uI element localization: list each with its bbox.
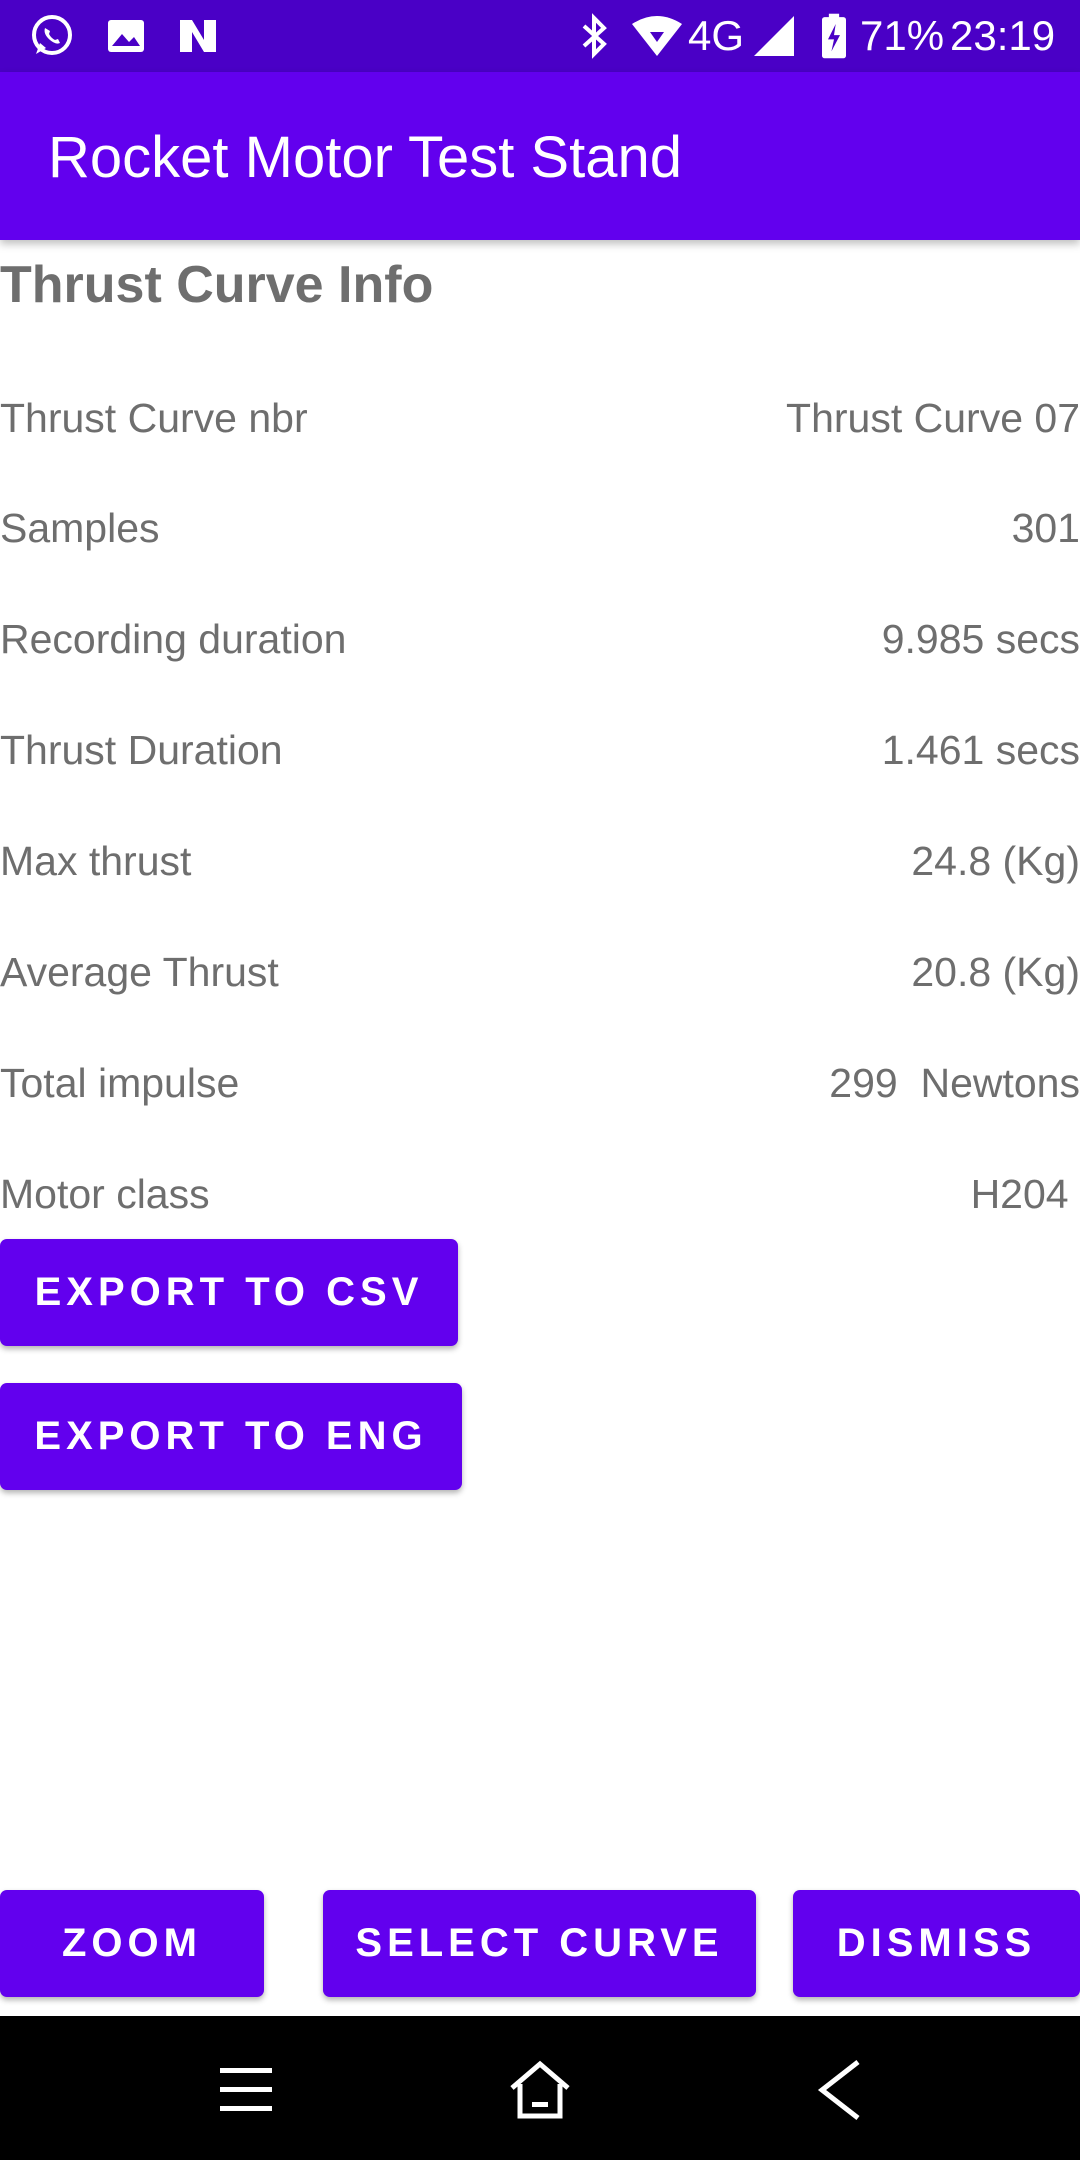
- info-label: Max thrust: [0, 838, 192, 884]
- info-row-thrust-curve-nbr: Thrust Curve nbr Thrust Curve 07: [0, 388, 1080, 448]
- info-value: 24.8 (Kg): [911, 838, 1080, 884]
- network-type: 4G: [688, 12, 745, 59]
- battery-icon: [822, 13, 846, 59]
- info-row-samples: Samples 301: [0, 498, 1080, 558]
- section-title: Thrust Curve Info: [0, 256, 434, 314]
- info-row-recording-duration: Recording duration 9.985 secs: [0, 609, 1080, 669]
- export-eng-button[interactable]: EXPORT TO ENG: [0, 1383, 462, 1490]
- info-value: 299 Newtons: [829, 1060, 1080, 1106]
- export-csv-button[interactable]: EXPORT TO CSV: [0, 1239, 458, 1346]
- info-label: Thrust Curve nbr: [0, 395, 308, 441]
- info-label: Thrust Duration: [0, 727, 283, 773]
- battery-percent: 71%: [860, 12, 945, 59]
- info-value: 301: [1011, 505, 1080, 551]
- image-icon: [108, 20, 144, 52]
- info-value: 9.985 secs: [881, 616, 1080, 662]
- info-label: Total impulse: [0, 1060, 240, 1106]
- wifi-icon: [632, 16, 682, 56]
- navigation-bar: [0, 2016, 1080, 2160]
- info-row-total-impulse: Total impulse 299 Newtons: [0, 1053, 1080, 1113]
- info-value: 20.8 (Kg): [911, 949, 1080, 995]
- info-row-average-thrust: Average Thrust 20.8 (Kg): [0, 942, 1080, 1002]
- back-icon[interactable]: [808, 2058, 872, 2122]
- info-row-motor-class: Motor class H204: [0, 1164, 1080, 1224]
- info-label: Average Thrust: [0, 949, 279, 995]
- zoom-button[interactable]: ZOOM: [0, 1890, 264, 1997]
- menu-icon[interactable]: [214, 2058, 278, 2122]
- app-bar: Rocket Motor Test Stand: [0, 72, 1080, 240]
- info-value: H204: [970, 1171, 1080, 1217]
- n-app-icon: [180, 20, 216, 52]
- info-label: Motor class: [0, 1171, 210, 1217]
- bluetooth-icon: [582, 13, 607, 59]
- info-label: Samples: [0, 505, 160, 551]
- info-value: 1.461 secs: [881, 727, 1080, 773]
- info-value: Thrust Curve 07: [786, 395, 1080, 441]
- status-bar: 4G 71% 23:19: [0, 0, 1080, 72]
- app-title: Rocket Motor Test Stand: [48, 125, 683, 190]
- select-curve-button[interactable]: SELECT CURVE: [323, 1890, 756, 1997]
- signal-icon: [754, 16, 794, 56]
- info-label: Recording duration: [0, 616, 347, 662]
- clock: 23:19: [950, 12, 1056, 59]
- dismiss-button[interactable]: DISMISS: [793, 1890, 1080, 1997]
- whatsapp-icon: [32, 15, 72, 55]
- home-icon[interactable]: [508, 2058, 572, 2122]
- info-row-thrust-duration: Thrust Duration 1.461 secs: [0, 720, 1080, 780]
- info-row-max-thrust: Max thrust 24.8 (Kg): [0, 831, 1080, 891]
